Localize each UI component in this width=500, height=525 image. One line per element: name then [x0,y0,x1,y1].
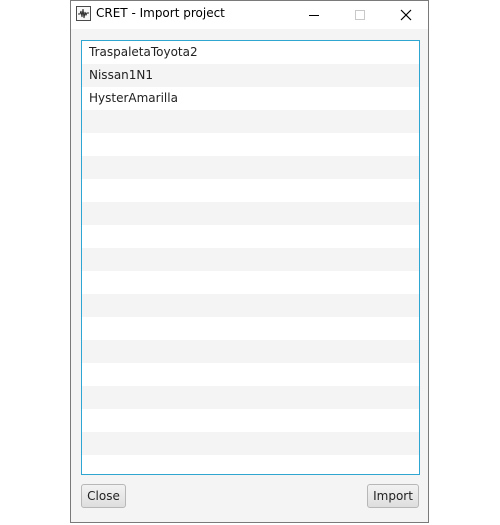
empty-list-row [82,363,419,386]
close-window-button[interactable] [383,1,429,29]
empty-list-row [82,179,419,202]
maximize-icon [354,6,366,25]
empty-list-row [82,455,419,474]
window-title: CRET - Import project [96,6,225,20]
minimize-button[interactable] [291,1,337,29]
empty-list-row [82,156,419,179]
empty-list-row [82,271,419,294]
import-project-window: CRET - Import project TraspaletaToyota2 … [70,0,429,523]
list-item[interactable]: TraspaletaToyota2 [82,41,419,64]
list-item[interactable]: HysterAmarilla [82,87,419,110]
empty-list-row [82,225,419,248]
import-button[interactable]: Import [367,484,419,508]
empty-list-row [82,248,419,271]
empty-list-row [82,317,419,340]
empty-list-row [82,202,419,225]
empty-list-row [82,294,419,317]
project-list[interactable]: TraspaletaToyota2 Nissan1N1 HysterAmaril… [81,40,420,475]
title-bar[interactable]: CRET - Import project [71,1,428,29]
empty-list-row [82,386,419,409]
empty-list-row [82,133,419,156]
empty-list-row [82,340,419,363]
waveform-icon [76,6,91,21]
list-item[interactable]: Nissan1N1 [82,64,419,87]
empty-list-row [82,409,419,432]
maximize-button[interactable] [337,1,383,29]
close-icon [400,6,412,25]
empty-list-row [82,110,419,133]
close-button[interactable]: Close [81,484,126,508]
minimize-icon [308,6,320,25]
empty-list-row [82,432,419,455]
